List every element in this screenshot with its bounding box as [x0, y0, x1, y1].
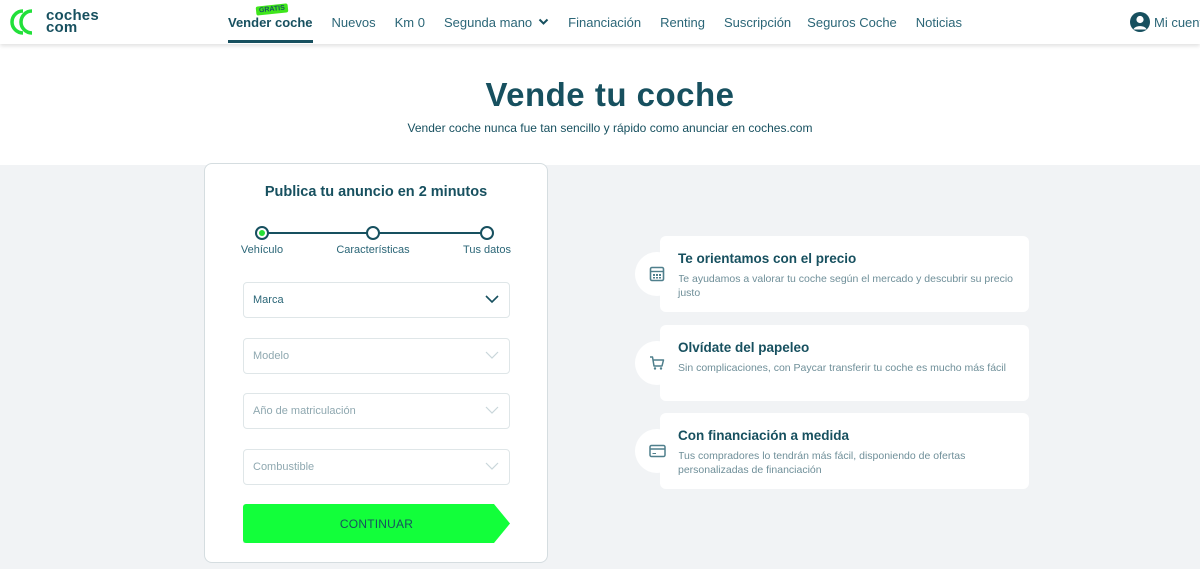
step-dot-caracteristicas — [366, 226, 380, 240]
marca-select[interactable]: Marca — [243, 282, 510, 318]
combustible-select[interactable]: Combustible — [243, 449, 510, 485]
nav-item-label: Km 0 — [394, 14, 425, 30]
nav-item-km0[interactable]: Km 0 — [395, 0, 425, 44]
nav-item-vender-coche[interactable]: GRATIS Vender coche — [228, 0, 313, 44]
hero-section: Vende tu coche Vender coche nunca fue ta… — [0, 44, 1200, 165]
feature-card-price: Te orientamos con el precio Te ayudamos … — [660, 236, 1029, 312]
main-nav: GRATIS Vender coche Nuevos Km 0 Segunda … — [228, 0, 981, 44]
nav-item-label: Financiación — [568, 14, 642, 30]
feature-text: Sin complicaciones, con Paycar transferi… — [678, 362, 1006, 374]
nav-item-segunda-mano[interactable]: Segunda mano — [444, 0, 549, 44]
nav-item-label: Suscripción — [723, 14, 792, 30]
marca-select-value: Marca — [253, 294, 284, 306]
nav-item-label: Segunda mano — [443, 14, 533, 30]
nav-item-label: Nuevos — [331, 14, 376, 30]
ano-matriculacion-select-value: Año de matriculación — [253, 405, 356, 417]
combustible-select-value: Combustible — [253, 461, 315, 473]
step-dot-vehiculo — [255, 226, 269, 240]
nav-item-renting[interactable]: Renting — [660, 0, 705, 44]
calculator-icon — [649, 266, 665, 282]
nav-item-suscripcion[interactable]: Suscripción — [724, 0, 791, 44]
nav-item-nuevos[interactable]: Nuevos — [332, 0, 376, 44]
logo-mark-icon — [10, 9, 33, 35]
chevron-down-icon — [538, 18, 549, 25]
credit-card-icon — [648, 444, 666, 458]
sell-car-form: Publica tu anuncio en 2 minutos Vehículo… — [204, 163, 548, 563]
chevron-down-icon — [485, 462, 499, 470]
account-label: Mi cuenta — [1154, 14, 1200, 30]
ano-matriculacion-select[interactable]: Año de matriculación — [243, 393, 510, 429]
step-label-caracteristicas: Características — [336, 244, 410, 256]
modelo-select[interactable]: Modelo — [243, 338, 510, 374]
page-subtitle: Vender coche nunca fue tan sencillo y rá… — [407, 121, 813, 135]
step-label-tus-datos: Tus datos — [463, 244, 511, 256]
account-link[interactable]: Mi cuenta — [1130, 12, 1200, 32]
top-navigation-bar: coches com GRATIS Vender coche Nuevos Km… — [0, 0, 1200, 44]
nav-item-label: Noticias — [915, 14, 963, 30]
logo-text: coches com — [46, 8, 99, 35]
feature-icon-bubble — [635, 429, 679, 473]
feature-title: Con financiación a medida — [678, 428, 850, 443]
cart-icon — [650, 356, 665, 370]
feature-text: Te ayudamos a valorar tu coche según el … — [678, 273, 1014, 299]
continue-button[interactable]: CONTINUAR — [243, 504, 510, 543]
chevron-down-icon — [485, 295, 499, 304]
nav-item-label: Vender coche — [228, 14, 313, 30]
progress-stepper: Vehículo Características Tus datos — [205, 226, 547, 266]
feature-card-paperwork: Olvídate del papeleo Sin complicaciones,… — [660, 325, 1029, 401]
feature-text: Tus compradores lo tendrán más fácil, di… — [678, 450, 966, 476]
nav-item-label: Seguros Coche — [807, 14, 897, 30]
modelo-select-value: Modelo — [253, 350, 290, 362]
chevron-down-icon — [485, 406, 499, 414]
step-label-vehiculo: Vehículo — [240, 244, 284, 256]
feature-icon-bubble — [635, 341, 679, 385]
user-account-icon — [1130, 12, 1150, 32]
page-title: Vende tu coche — [485, 76, 735, 113]
feature-icon-bubble — [635, 252, 679, 296]
coches-com-logo[interactable]: coches com — [10, 8, 99, 35]
feature-title: Te orientamos con el precio — [678, 251, 857, 266]
chevron-down-icon — [485, 351, 499, 359]
feature-card-financing: Con financiación a medida Tus compradore… — [660, 413, 1029, 489]
step-dot-tus-datos — [480, 226, 494, 240]
form-title: Publica tu anuncio en 2 minutos — [264, 184, 488, 200]
nav-item-seguros-coche[interactable]: Seguros Coche — [807, 0, 897, 44]
feature-title: Olvídate del papeleo — [678, 340, 810, 355]
nav-item-label: Renting — [660, 14, 705, 30]
nav-item-financiacion[interactable]: Financiación — [568, 0, 641, 44]
nav-item-noticias[interactable]: Noticias — [916, 0, 962, 44]
